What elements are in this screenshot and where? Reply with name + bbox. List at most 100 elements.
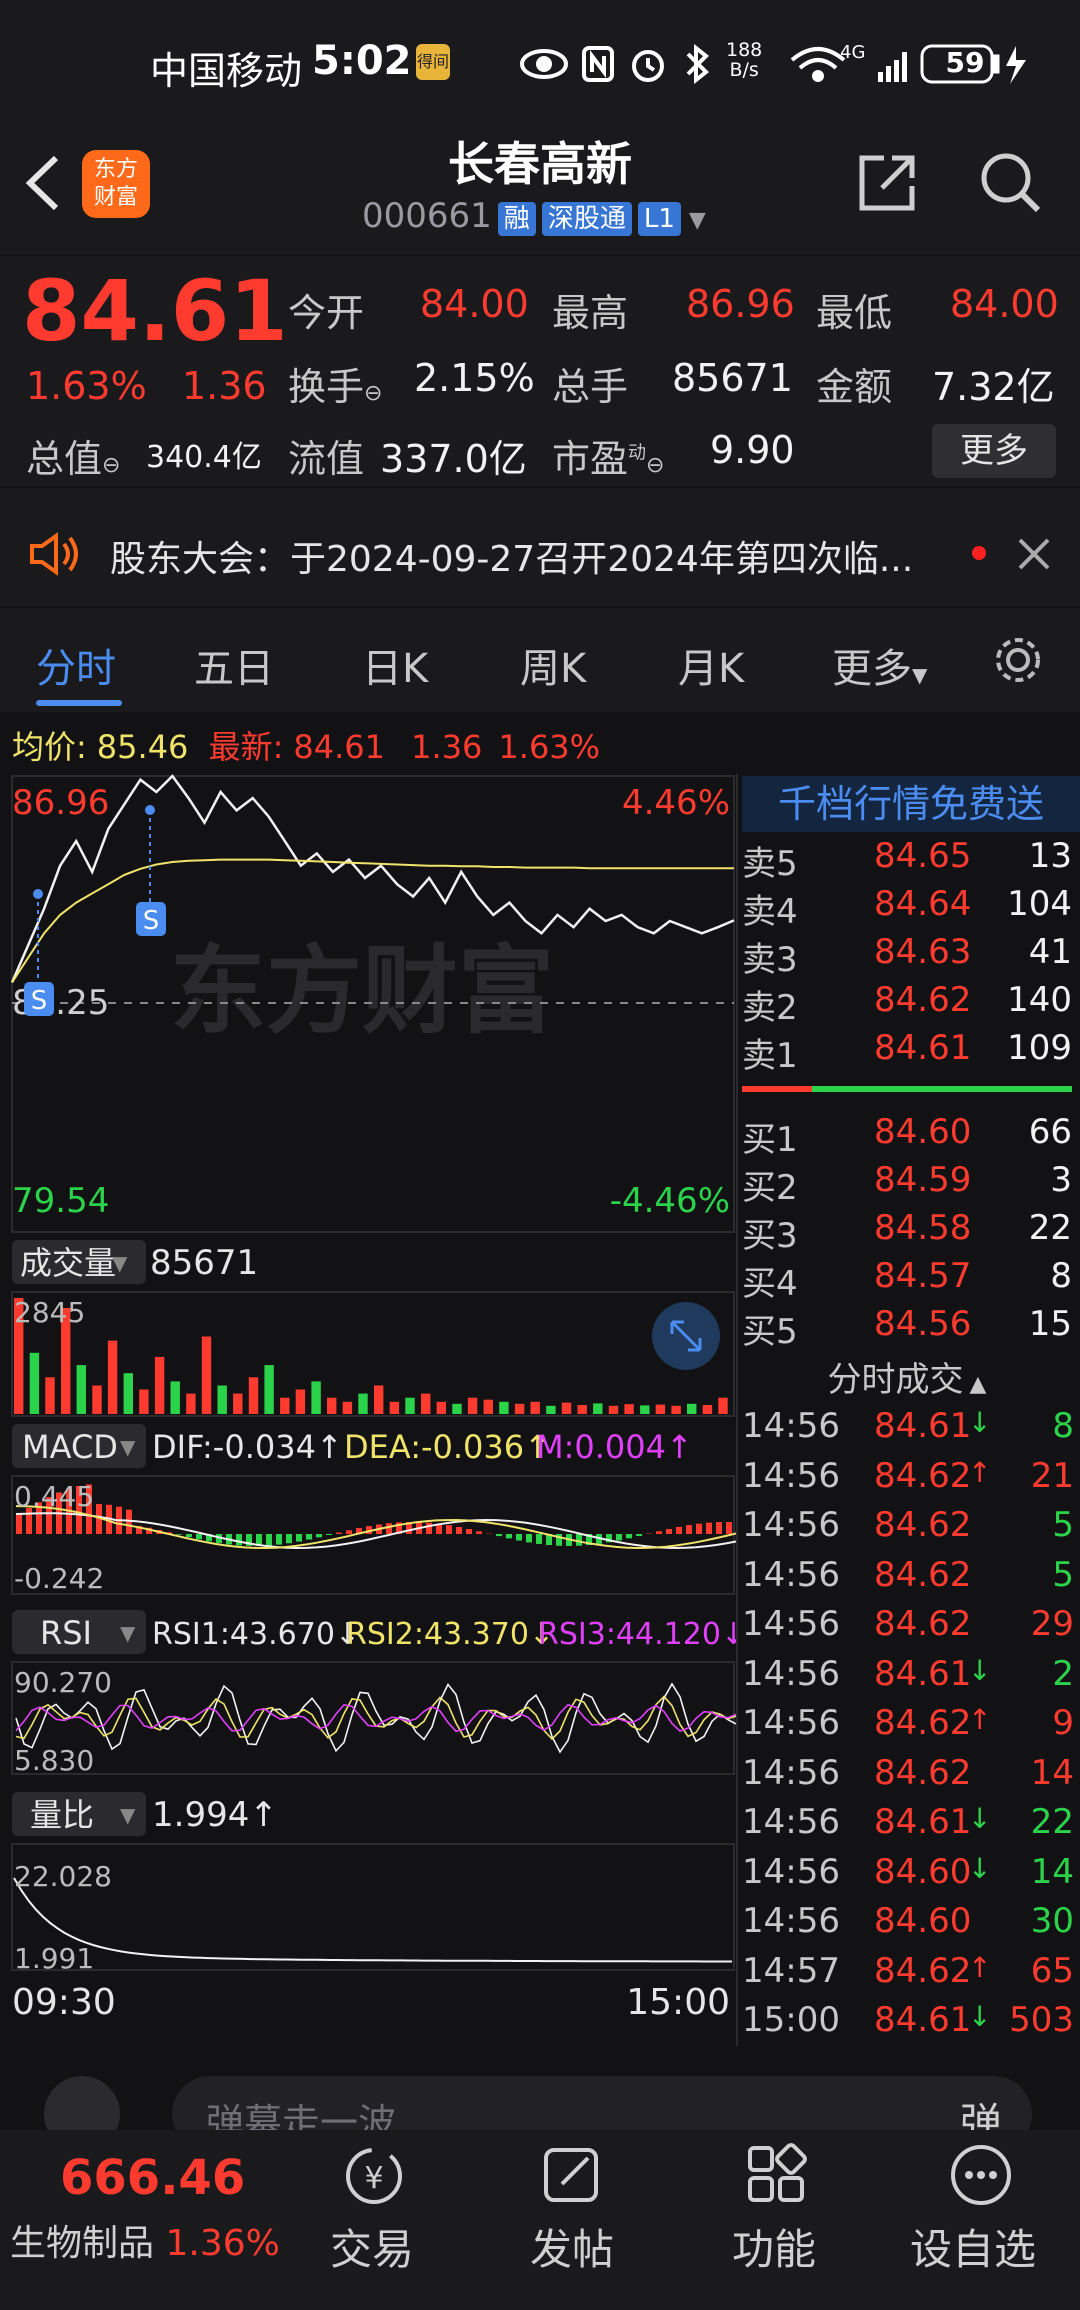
macd-bar <box>516 1534 522 1541</box>
svg-text:S: S <box>143 906 160 936</box>
tab-monthly-k[interactable]: 月K <box>678 636 744 694</box>
more-button[interactable]: 更多 <box>932 424 1056 478</box>
tick-time: 14:56 <box>742 1554 840 1595</box>
signal-marker-s2: S <box>24 889 54 1016</box>
macd-min: -0.242 <box>14 1562 104 1595</box>
promo-banner[interactable]: 千档行情免费送 <box>742 776 1080 832</box>
volume-bar <box>139 1389 149 1414</box>
amount-label: 金额 <box>816 365 893 409</box>
tab-intraday[interactable]: 分时 <box>36 636 116 694</box>
chevron-down-icon: ▼ <box>120 1803 136 1827</box>
volume-label: 成交量 <box>20 1244 116 1282</box>
tick-price: 84.60 <box>874 1851 972 1892</box>
nav-post[interactable]: 发帖 <box>530 2216 614 2277</box>
rsi2: RSI2:43.370↓ <box>346 1617 554 1652</box>
low-value: 84.00 <box>950 282 1059 326</box>
ratio-line <box>13 1877 732 1963</box>
float-label: 流值 <box>288 437 365 481</box>
book-level: 卖5 <box>742 844 798 884</box>
tick-volume: 5 <box>1052 1554 1074 1595</box>
macd-bar <box>536 1534 542 1544</box>
tick-row: 14:56 84.62 29 <box>742 1604 1076 1654</box>
volume-value: 85671 <box>150 1243 258 1283</box>
index-name[interactable]: 生物制品 1.36% <box>10 2214 280 2266</box>
tick-volume: 5 <box>1052 1505 1074 1545</box>
notice-text[interactable]: 股东大会：于2024-09-27召开2024年第四次临... <box>110 530 913 582</box>
network-type: 4G <box>840 42 866 63</box>
pct-tick-low: -4.46% <box>610 1181 730 1221</box>
share-icon[interactable] <box>854 150 920 216</box>
macd-bar <box>576 1534 582 1546</box>
tick-direction: ↓ <box>968 1851 992 1885</box>
volume-bar <box>405 1397 415 1414</box>
tick-time: 14:56 <box>742 1455 840 1496</box>
book-volume: 3 <box>1050 1160 1072 1200</box>
turnover-value: 2.15% <box>414 356 535 400</box>
volume-bar <box>499 1401 509 1414</box>
macd-bar <box>186 1534 192 1538</box>
nav-features[interactable]: 功能 <box>732 2216 816 2277</box>
tab-weekly-k[interactable]: 周K <box>520 636 586 694</box>
macd-bar <box>716 1522 722 1534</box>
carrier: 中国移动 <box>150 49 303 93</box>
high-label: 最高 <box>552 291 629 335</box>
macd-bar <box>636 1534 642 1536</box>
volume-bar <box>201 1336 212 1414</box>
book-level: 买4 <box>742 1264 798 1304</box>
volume-bar <box>29 1352 40 1414</box>
book-price: 84.57 <box>874 1256 972 1296</box>
tick-time: 14:56 <box>742 1752 840 1793</box>
tab-more[interactable]: 更多▼ <box>832 636 927 694</box>
tick-list: 14:56 84.61 ↓ 8 14:56 84.62 ↑ 21 14:56 84.62 5 14:5… <box>742 1406 1076 2050</box>
macd-bar <box>446 1525 452 1534</box>
mcap-label: 总值⊖ <box>26 437 121 481</box>
tick-time: 14:56 <box>742 1851 840 1892</box>
nav-trade[interactable]: 交易 <box>330 2216 414 2277</box>
volume-bar <box>467 1397 478 1414</box>
volume-bar <box>186 1393 196 1414</box>
stock-code: 000661 <box>362 196 492 236</box>
tab-5day[interactable]: 五日 <box>194 636 274 694</box>
ratio-min: 1.991 <box>14 1942 94 1975</box>
tick-row: 14:56 84.61 ↓ 2 <box>742 1654 1076 1704</box>
tab-daily-k[interactable]: 日K <box>362 636 428 694</box>
volume-frame <box>11 1291 735 1417</box>
tick-price: 84.62 <box>874 1455 972 1496</box>
more-dots-icon[interactable] <box>948 2142 1014 2208</box>
trade-icon[interactable]: ¥ <box>336 2142 412 2212</box>
open-value: 84.00 <box>420 282 529 326</box>
book-price: 84.58 <box>874 1208 972 1248</box>
tick-time: 14:57 <box>742 1950 840 1991</box>
search-icon[interactable] <box>978 150 1044 216</box>
book-volume: 22 <box>1028 1208 1072 1248</box>
info-icon: ⊖ <box>646 453 665 478</box>
macd-bar <box>666 1528 672 1534</box>
info-icon: ⊖ <box>102 453 121 478</box>
post-icon[interactable] <box>540 2142 606 2208</box>
float-value: 337.0亿 <box>380 437 527 481</box>
features-icon[interactable] <box>744 2142 810 2208</box>
rsi3: RSI3:44.120↓ <box>538 1617 736 1652</box>
nfc-icon <box>582 46 614 82</box>
macd-bar <box>726 1522 732 1534</box>
turnover-label: 换手⊖ <box>288 365 383 409</box>
book-volume: 140 <box>1007 980 1072 1020</box>
intraday-charts[interactable]: 东方财富 86.96 83.25 79.54 4.46% -4.46% S S … <box>0 774 736 2046</box>
ticks-title[interactable]: 分时成交 ▲ <box>742 1352 1072 1401</box>
speaker-icon <box>30 532 78 576</box>
index-value[interactable]: 666.46 <box>60 2150 245 2206</box>
volume-bar <box>687 1403 697 1414</box>
tick-volume: 14 <box>1030 1851 1074 1892</box>
rsi-lines <box>15 1682 736 1754</box>
clock: 5:02 <box>312 38 412 84</box>
tick-volume: 2 <box>1052 1653 1074 1694</box>
tick-row: 14:57 84.62 ↑ 65 <box>742 1951 1076 2001</box>
settings-gear-icon[interactable] <box>990 632 1046 688</box>
rsi-max: 90.270 <box>14 1666 112 1699</box>
book-row: 买2 84.59 3 <box>742 1160 1072 1208</box>
close-icon[interactable] <box>1016 536 1052 572</box>
volume-bar <box>264 1365 274 1414</box>
nav-add-watchlist[interactable]: 设自选 <box>910 2216 1036 2277</box>
dropdown-icon[interactable]: ▼ <box>689 208 706 233</box>
chevron-down-icon: ▼ <box>112 1251 128 1275</box>
